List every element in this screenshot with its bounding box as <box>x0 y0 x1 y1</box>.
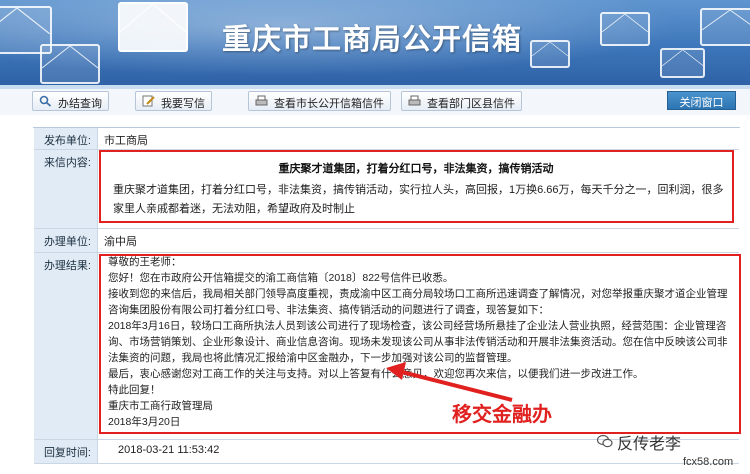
handler-row: 办理单位: 渝中局 <box>34 229 739 253</box>
reply-time-value: 2018-03-21 11:53:42 <box>118 444 220 456</box>
wechat-icon <box>597 434 613 448</box>
site-title: 重庆市工商局公开信箱 <box>222 22 523 56</box>
view-mayor-letters-button[interactable]: 查看市长公开信箱信件 <box>248 91 391 111</box>
highlight-box-reply <box>99 254 741 434</box>
envelope-icon <box>660 48 705 78</box>
view-dept-letters-button[interactable]: 查看部门区县信件 <box>401 91 522 111</box>
edit-icon <box>142 95 155 107</box>
write-letter-button[interactable]: 我要写信 <box>135 91 212 111</box>
publisher-row: 发布单位: 市工商局 <box>34 128 739 150</box>
watermark-site: fcx58.com <box>683 456 734 468</box>
handler-value: 渝中局 <box>104 236 137 248</box>
envelope-icon <box>530 40 570 68</box>
query-completed-button[interactable]: 办结查询 <box>32 91 109 111</box>
annotation-label: 移交金融办 <box>452 402 552 426</box>
envelope-icon <box>600 12 650 46</box>
close-window-button[interactable]: 关闭窗口 <box>667 91 736 110</box>
highlight-box-letter <box>99 150 734 223</box>
envelope-icon <box>118 2 188 52</box>
envelope-icon <box>700 8 750 46</box>
publisher-value: 市工商局 <box>104 135 148 147</box>
view-dept-letters-label: 查看部门区县信件 <box>427 98 515 110</box>
write-letter-label: 我要写信 <box>161 98 205 110</box>
content-label: 来信内容: <box>34 150 98 228</box>
printer-icon <box>408 95 421 106</box>
search-icon <box>39 95 52 107</box>
reply-time-label: 回复时间: <box>34 440 98 463</box>
query-completed-label: 办结查询 <box>58 98 102 110</box>
result-label: 办理结果: <box>34 253 98 439</box>
printer-icon <box>255 95 268 106</box>
handler-label: 办理单位: <box>34 229 98 252</box>
envelope-icon <box>40 44 100 84</box>
letter-detail-table: 发布单位: 市工商局 来信内容: 办理单位: 渝中局 办理结果: 回复时间: 2… <box>33 127 740 464</box>
watermark-name: 反传老李 <box>617 434 682 453</box>
publisher-label: 发布单位: <box>34 128 98 149</box>
view-mayor-letters-label: 查看市长公开信箱信件 <box>274 98 384 110</box>
toolbar: 办结查询 我要写信 查看市长公开信箱信件 查看部门区县信件 关闭窗口 <box>0 89 750 115</box>
header-banner: 重庆市工商局公开信箱 <box>0 0 750 85</box>
